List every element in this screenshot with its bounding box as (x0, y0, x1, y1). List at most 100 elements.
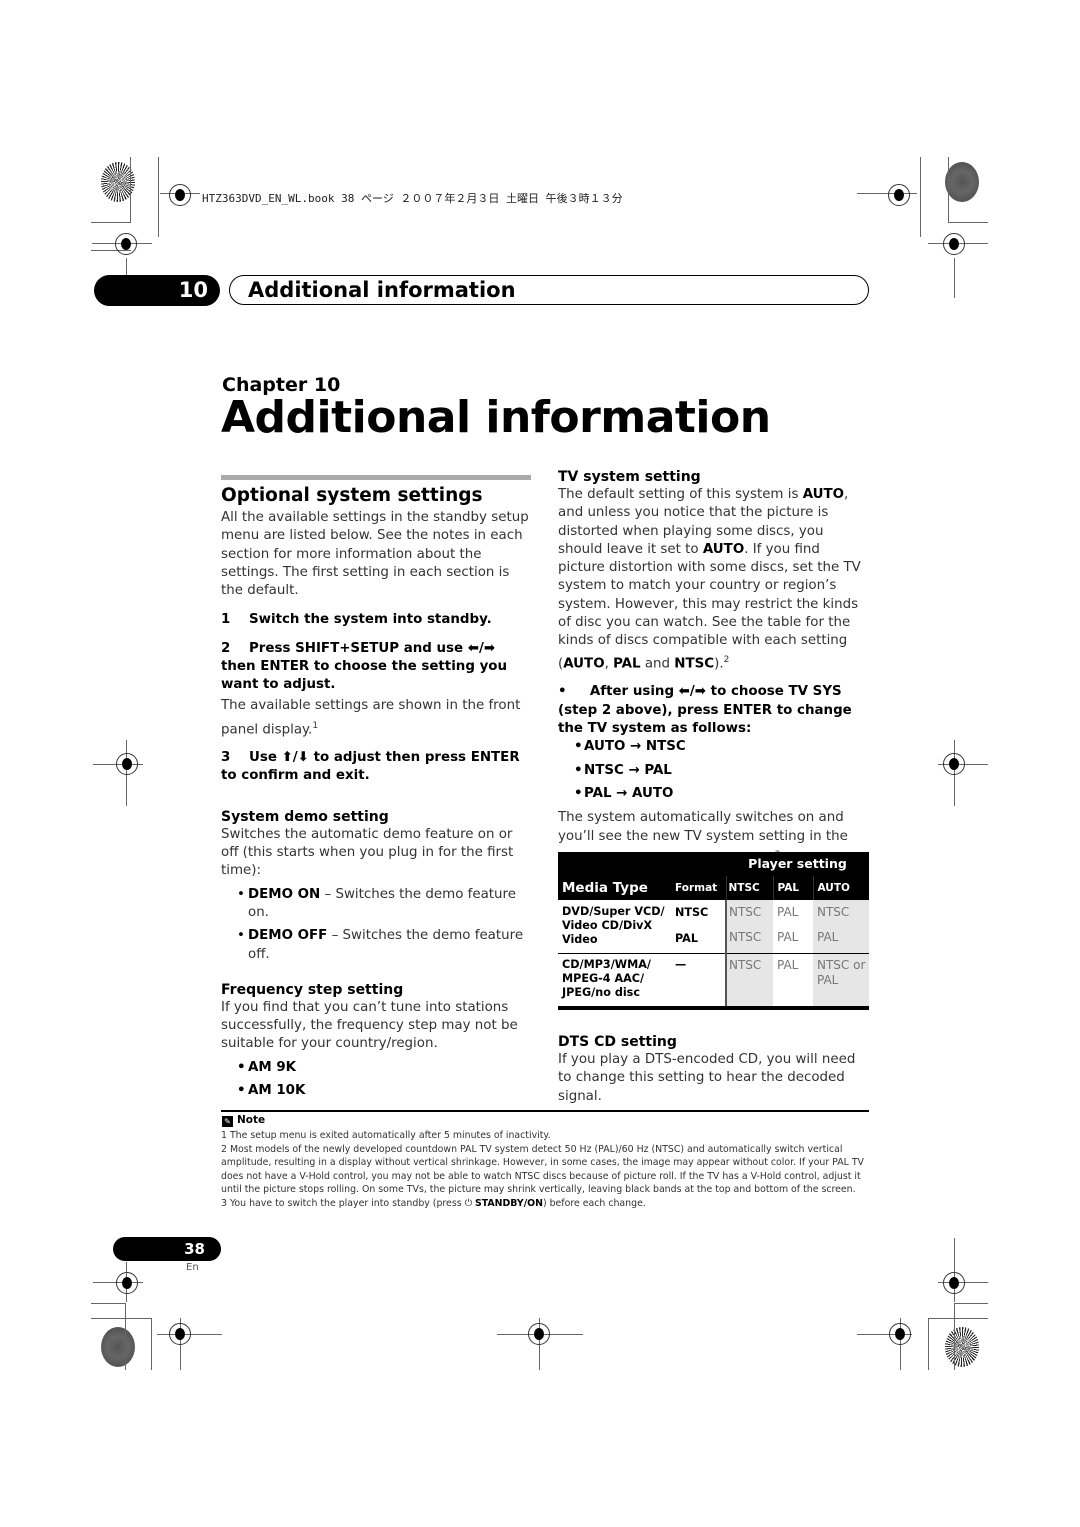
auto-cell: PAL (813, 927, 869, 954)
footnote: 2 Most models of the newly developed cou… (221, 1143, 864, 1196)
registration-mark-icon (169, 1323, 191, 1345)
footnote-ref: 2 (723, 654, 730, 665)
crop-line (151, 1318, 152, 1370)
chapter-tab-title: Additional information (248, 278, 516, 302)
print-slug: HTZ363DVD_EN_WL.book 38 ページ ２００７年２月３日 土曜… (202, 192, 623, 205)
chapter-number-tab: 10 (94, 275, 220, 306)
registration-mark-icon (528, 1323, 550, 1345)
standby-on-label: STANDBY/ON (474, 1197, 543, 1209)
table-row: DVD/Super VCD/ Video CD/DivX Video NTSC … (558, 900, 869, 946)
section-title: Optional system settings (221, 485, 483, 506)
auto-cell: NTSC (813, 900, 869, 928)
tv-cycle-item: NTSC → PAL (558, 762, 870, 781)
text-run: The default setting of this system is (558, 487, 803, 502)
crop-line (954, 1303, 988, 1304)
step-number: 1 (221, 612, 231, 628)
footnote: 1 The setup menu is exited automatically… (221, 1130, 551, 1141)
crop-line (948, 222, 988, 223)
col-header-auto: AUTO (812, 876, 869, 900)
demo-setting-title: System demo setting (221, 808, 389, 825)
footnote-ref: 1 (312, 720, 319, 731)
media-type-cell: CD/MP3/WMA/ MPEG-4 AAC/ JPEG/no disc (562, 958, 652, 999)
tv-instruction: • After using ⬅/➡ to choose TV SYS (step… (558, 683, 870, 738)
frequency-setting-title: Frequency step setting (221, 981, 404, 998)
footnote: 3 You have to switch the player into sta… (221, 1197, 871, 1211)
tv-setting-title: TV system setting (558, 469, 701, 485)
crop-line (130, 157, 131, 222)
format-cell: NTSC (675, 906, 709, 919)
section-divider (221, 475, 531, 480)
chapter-title-tab: Additional information (229, 275, 869, 305)
registration-mark-icon (943, 753, 965, 775)
media-type-cell: DVD/Super VCD/ Video CD/DivX Video (562, 905, 665, 946)
registration-mark-icon (116, 1272, 138, 1294)
step-text: Use ⬆/⬇ to adjust then press ENTER to co… (221, 750, 520, 784)
format-cell: — (675, 958, 687, 971)
notes-divider (221, 1110, 869, 1112)
ntsc-cell: NTSC (725, 927, 773, 954)
crop-line (928, 1318, 929, 1370)
crop-line (928, 1318, 988, 1319)
power-icon: ⏻ (464, 1197, 472, 1209)
text-run: NTSC (674, 656, 715, 672)
crop-line (125, 1303, 126, 1370)
page-title: Additional information (221, 392, 771, 443)
demo-option: DEMO OFF – Switches the demo feature off… (221, 927, 533, 964)
text-run: . If you find picture distortion with so… (558, 541, 861, 672)
ntsc-cell: NTSC (725, 953, 773, 1008)
dts-section: DTS CD setting If you play a DTS-encoded… (558, 1033, 870, 1106)
crop-line (91, 1303, 126, 1304)
ntsc-cell: NTSC (725, 900, 773, 928)
col-header-media-type: Media Type (562, 880, 648, 896)
dts-setting-body: If you play a DTS-encoded CD, you will n… (558, 1052, 856, 1104)
registration-mark-icon (116, 753, 138, 775)
dts-setting-title: DTS CD setting (558, 1034, 677, 1050)
table-header-row: Media Type Format NTSC PAL AUTO (558, 876, 869, 900)
col-header-ntsc: NTSC (725, 876, 773, 900)
notes-heading-text: Note (237, 1114, 266, 1126)
auto-cell: NTSC or PAL (813, 953, 869, 1008)
step-number: 2 (221, 640, 231, 656)
frequency-option: AM 9K (221, 1059, 533, 1078)
footnotes: 1 The setup menu is exited automatically… (221, 1129, 871, 1210)
player-setting-header: Player setting (748, 856, 847, 871)
text-run: PAL (613, 656, 641, 672)
step-text: Switch the system into standby. (248, 612, 492, 628)
color-bar-rosette-icon (945, 162, 979, 202)
format-cell: PAL (675, 931, 698, 945)
crop-line (920, 157, 921, 237)
text-run: , (604, 656, 614, 672)
right-column: TV system setting The default setting of… (558, 468, 870, 869)
tv-setting-body: The default setting of this system is AU… (558, 486, 870, 673)
step-2-note: The available settings are shown in the … (221, 695, 533, 740)
col-header-format: Format (675, 882, 718, 894)
option-label: DEMO OFF (248, 928, 328, 944)
text-run: ). (714, 656, 724, 672)
page-language: En (186, 1262, 199, 1273)
tv-compatibility-table: Player setting Media Type Format NTSC PA… (558, 852, 869, 1010)
text-run: AUTO (702, 541, 745, 557)
crop-line (91, 1318, 151, 1319)
step-1: 1 Switch the system into standby. (221, 611, 533, 629)
tv-instruction-text: After using ⬅/➡ to choose TV SYS (step 2… (558, 684, 852, 737)
text-run: ) before each change. (542, 1197, 646, 1209)
registration-mark-icon (889, 1323, 911, 1345)
demo-setting-body: Switches the automatic demo feature on o… (221, 826, 514, 879)
pal-cell: PAL (777, 905, 799, 919)
step-2-note-text: The available settings are shown in the … (221, 697, 521, 738)
tv-cycle-item: PAL → AUTO (558, 785, 870, 804)
registration-mark-icon (888, 184, 910, 206)
step-3: 3 Use ⬆/⬇ to adjust then press ENTER to … (221, 749, 533, 786)
pal-cell: PAL (777, 929, 799, 944)
blank-cell (558, 852, 726, 876)
pal-cell: PAL (777, 958, 799, 972)
crop-line (158, 157, 159, 237)
demo-option: DEMO ON – Switches the demo feature on. (221, 886, 533, 923)
bullet: • (558, 684, 590, 700)
step-text: Press SHIFT+SETUP and use ⬅/➡ then ENTER… (221, 640, 508, 693)
frequency-option: AM 10K (221, 1082, 533, 1101)
color-bar-rosette-icon (945, 1327, 979, 1367)
tv-cycle-item: AUTO → NTSC (558, 738, 870, 757)
col-header-pal: PAL (772, 876, 813, 900)
text-run: AUTO (563, 656, 605, 672)
